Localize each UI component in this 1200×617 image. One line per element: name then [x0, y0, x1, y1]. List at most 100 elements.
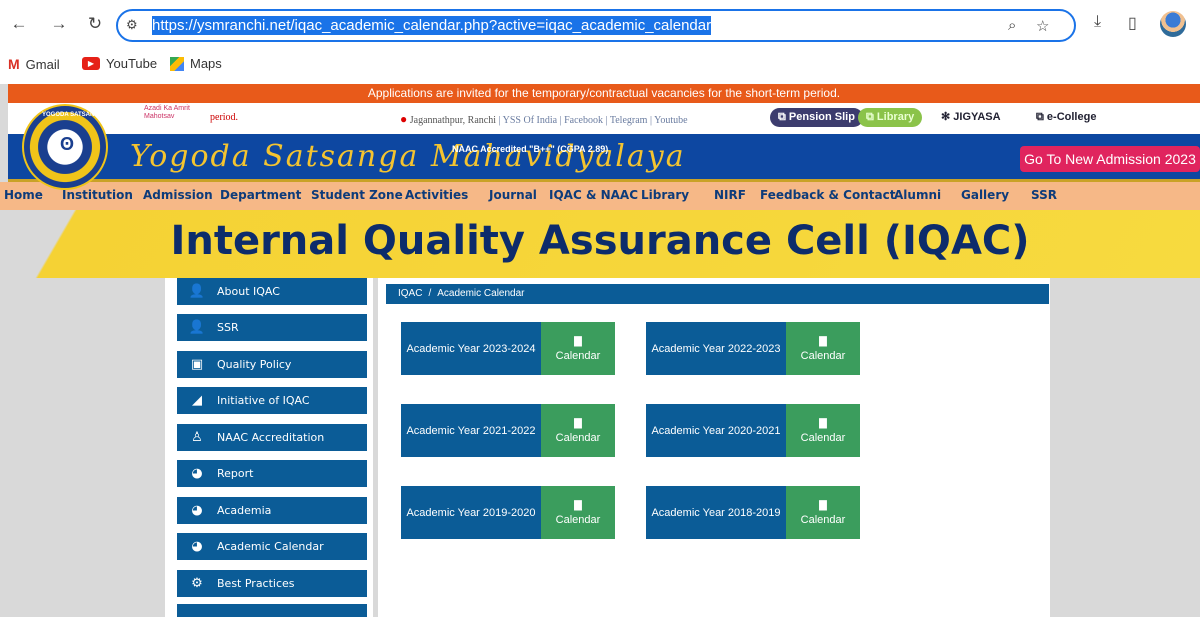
youtube-icon: ▶ [82, 57, 100, 70]
users-icon: 👤 [188, 284, 206, 299]
calendar-download-button[interactable]: ▇ Calendar [786, 404, 860, 457]
announcement-ticker[interactable]: Applications are invited for the tempora… [8, 84, 1200, 103]
academic-year-label: Academic Year 2022-2023 [646, 322, 786, 375]
sidebar-item-label: Academic Calendar [217, 540, 324, 553]
calendar-download-button[interactable]: ▇ Calendar [541, 322, 615, 375]
profile-avatar[interactable] [1160, 11, 1186, 37]
sidebar-item-quality-policy[interactable]: ▣ Quality Policy [177, 351, 367, 378]
library-label: Library [876, 111, 915, 123]
academic-year-label: Academic Year 2018-2019 [646, 486, 786, 539]
sidebar-item-more[interactable] [177, 604, 367, 617]
site-info-icon[interactable]: ⚙ [126, 17, 138, 33]
period-text: period. [210, 112, 239, 123]
link-icon: ⧉ [866, 111, 877, 123]
pie-chart-icon: ◕ [191, 466, 203, 481]
nav-ssr[interactable]: SSR [1031, 188, 1057, 202]
new-admission-button[interactable]: Go To New Admission 2023 [1020, 146, 1200, 172]
site-banner: Yogoda Satsanga Mahavidyalaya NAAC Accre… [8, 134, 1200, 182]
link-icon: ⧉ [1036, 111, 1047, 123]
reload-icon[interactable]: ↻ [84, 13, 106, 35]
academic-year-label: Academic Year 2021-2022 [401, 404, 541, 457]
star-icon[interactable]: ☆ [1036, 17, 1049, 35]
pie-chart-icon: ◕ [191, 503, 203, 518]
nav-library[interactable]: Library [641, 188, 689, 202]
nav-iqac-naac[interactable]: IQAC & NAAC [549, 188, 638, 202]
pie-chart-icon: ◕ [191, 539, 203, 554]
academic-year-label: Academic Year 2020-2021 [646, 404, 786, 457]
nav-journal[interactable]: Journal [489, 188, 537, 202]
bookmark-maps[interactable]: Maps [170, 56, 222, 71]
zoom-icon[interactable]: ⌕ [1008, 17, 1016, 34]
sidebar-item-label: Quality Policy [217, 358, 292, 371]
nav-home[interactable]: Home [4, 188, 43, 202]
sidebar-item-academia[interactable]: ◕ Academia [177, 497, 367, 524]
file-icon: ▇ [819, 335, 827, 347]
iqac-sidebar: 👤 About IQAC 👤 SSR ▣ Quality Policy ◢ Initia… [165, 278, 373, 617]
sidebar-item-initiative[interactable]: ◢ Initiative of IQAC [177, 387, 367, 414]
handshake-icon: ◢ [192, 393, 202, 408]
nav-alumni[interactable]: Alumni [894, 188, 941, 202]
link-youtube[interactable]: Youtube [654, 115, 687, 126]
breadcrumb: IQAC / Academic Calendar [386, 284, 1049, 304]
calendar-download-button[interactable]: ▇ Calendar [786, 322, 860, 375]
sidepanel-icon[interactable]: ▯ [1128, 13, 1137, 33]
nav-admission[interactable]: Admission [143, 188, 213, 202]
calendar-link-label: Calendar [555, 349, 601, 362]
nav-institution[interactable]: Institution [62, 188, 133, 202]
content-panel: IQAC / Academic Calendar Academic Year 202… [378, 278, 1050, 617]
calendar-link-label: Calendar [800, 349, 846, 362]
sidebar-item-label: SSR [217, 321, 239, 334]
link-yss[interactable]: YSS Of India [503, 115, 557, 126]
atom-icon: ✻ [941, 111, 954, 123]
bookmarks-bar: M Gmail ▶ YouTube Maps [0, 50, 1200, 78]
azadi-logo: Azadi Ka Amrit Mahotsav [144, 105, 190, 120]
calendar-card: Academic Year 2021-2022 ▇ Calendar [401, 404, 615, 457]
sidebar-item-ssr[interactable]: 👤 SSR [177, 314, 367, 341]
ecollege-button[interactable]: ⧉ e-College [1028, 108, 1105, 127]
right-gutter [1050, 278, 1200, 617]
bookmark-gmail[interactable]: M Gmail [8, 56, 60, 72]
url-text[interactable]: https://ysmranchi.net/iqac_academic_cale… [152, 16, 712, 35]
nav-nirf[interactable]: NIRF [714, 188, 746, 202]
web-page: Applications are invited for the tempora… [0, 84, 1200, 617]
calendar-download-button[interactable]: ▇ Calendar [541, 486, 615, 539]
pension-slip-label: Pension Slip [788, 111, 855, 123]
college-logo[interactable]: YOGODA SATSANGA ʘ [22, 104, 108, 190]
sidebar-item-academic-calendar[interactable]: ◕ Academic Calendar [177, 533, 367, 560]
sidebar-item-about-iqac[interactable]: 👤 About IQAC [177, 278, 367, 305]
calendar-card: Academic Year 2022-2023 ▇ Calendar [646, 322, 860, 375]
sidebar-item-naac-accreditation[interactable]: ♙ NAAC Accreditation [177, 424, 367, 451]
top-strip: Azadi Ka Amrit Mahotsav period. ● Jagann… [8, 103, 1200, 134]
sidebar-item-report[interactable]: ◕ Report [177, 460, 367, 487]
forward-icon[interactable]: → [48, 13, 70, 35]
calendar-download-button[interactable]: ▇ Calendar [786, 486, 860, 539]
gears-icon: ⚙ [191, 576, 203, 591]
pension-slip-button[interactable]: ⧉ Pension Slip [770, 108, 863, 127]
nav-department[interactable]: Department [220, 188, 301, 202]
maps-icon [170, 56, 184, 71]
calendar-card: Academic Year 2018-2019 ▇ Calendar [646, 486, 860, 539]
back-icon[interactable]: ← [8, 13, 30, 35]
download-icon[interactable]: ⤓ [1094, 13, 1101, 31]
jigyasa-button[interactable]: ✻ JIGYASA [933, 108, 1009, 127]
sidebar-item-best-practices[interactable]: ⚙ Best Practices [177, 570, 367, 597]
address-bar[interactable]: ⚙ https://ysmranchi.net/iqac_academic_ca… [116, 9, 1076, 42]
calendar-card: Academic Year 2019-2020 ▇ Calendar [401, 486, 615, 539]
breadcrumb-root[interactable]: IQAC [398, 288, 422, 299]
link-facebook[interactable]: Facebook [564, 115, 603, 126]
file-icon: ▇ [819, 417, 827, 429]
bookmark-youtube[interactable]: ▶ YouTube [82, 56, 157, 71]
jigyasa-label: JIGYASA [953, 111, 1001, 123]
link-telegram[interactable]: Telegram [610, 115, 648, 126]
link-icon: ⧉ [778, 111, 789, 123]
nav-student-zone[interactable]: Student Zone [311, 188, 403, 202]
nav-gallery[interactable]: Gallery [961, 188, 1009, 202]
nav-activities[interactable]: Activities [405, 188, 468, 202]
calendar-download-button[interactable]: ▇ Calendar [541, 404, 615, 457]
sidebar-item-label: Report [217, 467, 254, 480]
library-button[interactable]: ⧉ Library [858, 108, 923, 127]
nav-feedback-contact[interactable]: Feedback & Contact [760, 188, 895, 202]
sidebar-item-label: Initiative of IQAC [217, 394, 310, 407]
calendar-link-label: Calendar [555, 431, 601, 444]
hero-banner: Internal Quality Assurance Cell (IQAC) [0, 210, 1200, 278]
